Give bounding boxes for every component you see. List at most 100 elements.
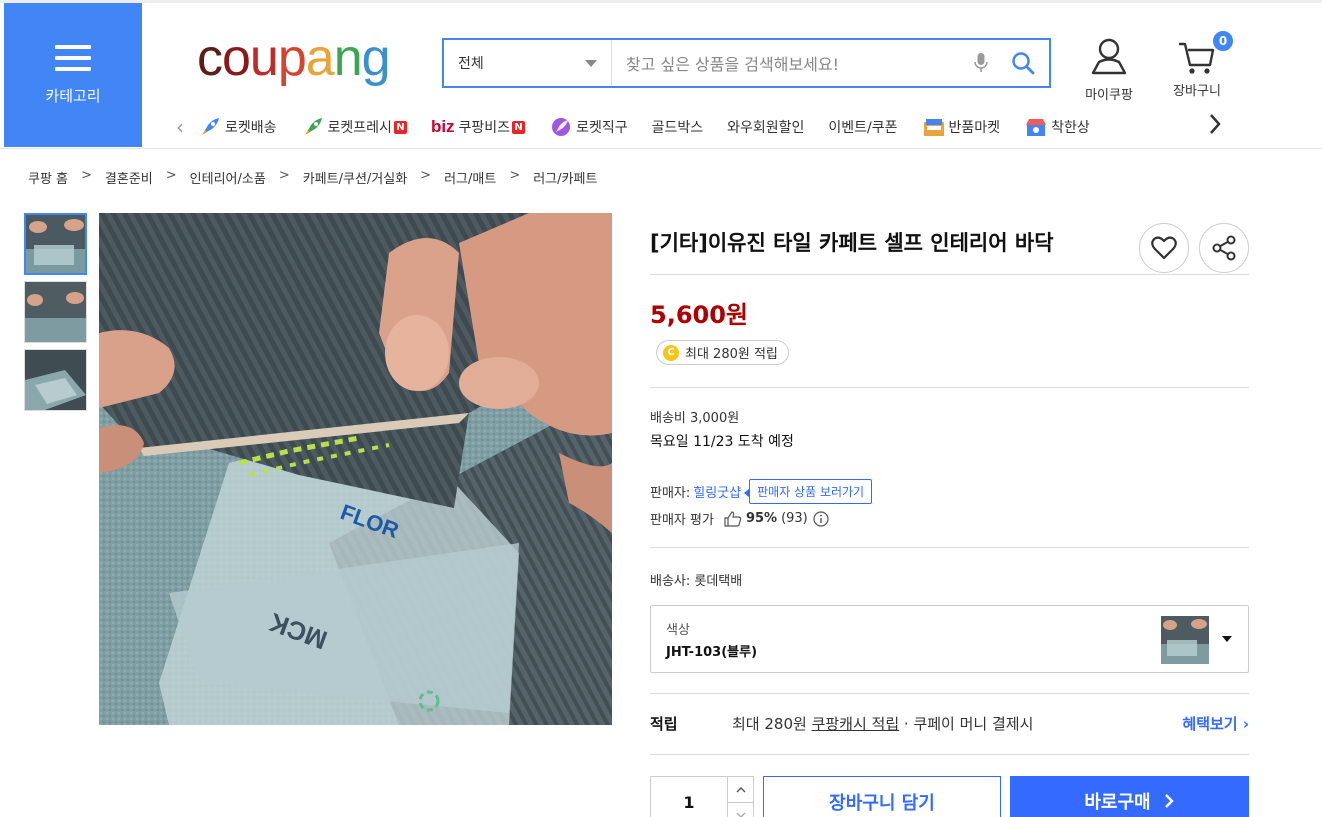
nav-item-6[interactable]: 와우회원할인 xyxy=(727,117,804,137)
coupang-cash-link[interactable]: 쿠팡캐시 적립 xyxy=(812,715,900,733)
seller-rating-label: 판매자 평가 xyxy=(650,513,714,528)
hamburger-icon xyxy=(55,44,91,71)
breadcrumb-separator: > xyxy=(81,168,92,183)
my-coupang-button[interactable]: 마이쿠팡 xyxy=(1077,36,1141,103)
seller-row: 판매자: 힐링굿샵 판매자 상품 보러가기 xyxy=(650,479,873,504)
seller-link[interactable]: 힐링굿샵 xyxy=(693,482,741,501)
option-divider xyxy=(650,693,1249,694)
category-nav: ‹ 로켓배송 로켓프레시 Nbiz 쿠팡비즈 N 로켓직구 골드박스 와우회원할인 이벤트/쿠폰… xyxy=(176,108,1204,146)
quantity-up-button[interactable] xyxy=(728,777,754,803)
search-icon[interactable] xyxy=(997,51,1049,75)
add-to-cart-button[interactable]: 장바구니 담기 xyxy=(763,776,1001,817)
sale-box-icon xyxy=(922,116,946,138)
new-badge: N xyxy=(512,120,526,134)
breadcrumb-separator: > xyxy=(165,168,177,183)
quantity-stepper-buttons xyxy=(727,777,754,817)
thumbnail-3[interactable] xyxy=(24,349,87,411)
cart-button[interactable]: 0 장바구니 xyxy=(1162,29,1235,99)
reward-divider xyxy=(650,754,1249,755)
breadcrumb-item[interactable]: 인테리어/소품 xyxy=(190,168,266,187)
nav-item-3[interactable]: biz 쿠팡비즈 N xyxy=(430,117,526,137)
nav-item-label: 쿠팡비즈 xyxy=(458,120,511,136)
nav-item-9[interactable]: 착한상 xyxy=(1024,116,1090,138)
chevron-up-icon xyxy=(736,786,746,792)
nav-item-4[interactable]: 로켓직구 xyxy=(549,116,628,138)
rocket-icon xyxy=(198,116,222,138)
buy-now-label: 바로구매 xyxy=(1084,792,1151,813)
breadcrumb-item[interactable]: 러그/매트 xyxy=(444,168,496,187)
info-icon[interactable] xyxy=(813,510,829,527)
biz-logo: biz xyxy=(430,117,455,136)
nav-item-1[interactable]: 로켓배송 xyxy=(198,116,277,138)
nav-item-label: 와우회원할인 xyxy=(727,120,805,136)
nav-item-label: 골드박스 xyxy=(651,120,704,136)
thumbnail-1[interactable] xyxy=(24,213,87,275)
courier: 배송사: 롯데택배 xyxy=(650,574,743,589)
store-icon xyxy=(1024,116,1048,138)
breadcrumb-item[interactable]: 쿠팡 홈 xyxy=(28,168,68,187)
points-text: 최대 280원 적립 xyxy=(685,347,778,362)
color-option-select[interactable]: 색상 JHT-103(블루) xyxy=(650,605,1249,673)
share-icon xyxy=(1212,235,1236,261)
cart-count-badge: 0 xyxy=(1211,29,1235,53)
quantity-input[interactable]: 1 xyxy=(651,777,727,817)
product-main-image[interactable]: MCK FLOR xyxy=(99,213,612,725)
breadcrumb-item[interactable]: 카페트/쿠션/거실화 xyxy=(303,168,407,187)
category-menu-button[interactable]: 카테고리 xyxy=(4,3,142,147)
title-divider xyxy=(650,274,1249,275)
search-bar: 전체 찾고 싶은 상품을 검색해보세요! xyxy=(442,38,1051,88)
coupang-logo[interactable]: coupang xyxy=(197,28,391,88)
globe-rocket-icon xyxy=(549,116,573,138)
new-badge: N xyxy=(393,120,407,134)
nav-item-2[interactable]: 로켓프레시 N xyxy=(301,116,407,138)
buy-now-button[interactable]: 바로구매 xyxy=(1010,776,1249,817)
option-value: JHT-103(블루) xyxy=(666,645,758,660)
nav-item-5[interactable]: 골드박스 xyxy=(652,117,704,137)
nav-item-7[interactable]: 이벤트/쿠폰 xyxy=(828,117,897,137)
cart-label: 장바구니 xyxy=(1173,84,1221,99)
points-badge: C 최대 280원 적립 xyxy=(656,340,789,365)
breadcrumb-separator: > xyxy=(278,168,290,183)
seller-rating: 판매자 평가 95% (93) xyxy=(650,509,829,528)
product-info: [기타]이유진 타일 카페트 셀프 인테리어 바닥 5,600원 C 최대 28… xyxy=(650,213,1249,817)
quantity-down-button[interactable] xyxy=(728,803,754,817)
arrival-date: 목요일 11/23 도착 예정 xyxy=(650,434,794,450)
nav-item-label: 로켓직구 xyxy=(576,120,628,136)
breadcrumb-item[interactable]: 러그/카페트 xyxy=(533,168,597,187)
chevron-down-icon xyxy=(1222,636,1232,642)
chevron-right-icon xyxy=(1164,794,1174,808)
microphone-icon[interactable] xyxy=(965,52,997,74)
thumbnail-list xyxy=(24,213,87,417)
reward-label: 적립 xyxy=(650,715,678,733)
share-button[interactable] xyxy=(1199,223,1249,273)
quantity-stepper: 1 xyxy=(650,776,754,817)
option-label: 색상 xyxy=(666,623,690,638)
benefits-link[interactable]: 혜택보기 › xyxy=(1182,713,1249,734)
price-divider xyxy=(650,387,1249,388)
chevron-down-icon xyxy=(736,812,746,817)
breadcrumb: 쿠팡 홈 > 결혼준비 > 인테리어/소품 > 카페트/쿠션/거실화 > 러그/매트 > 러그/카페… xyxy=(28,168,597,187)
header-divider xyxy=(0,148,1322,149)
reward-text: 최대 280원 쿠팡캐시 적립 · 쿠페이 머니 결제시 xyxy=(732,715,1034,733)
heart-icon xyxy=(1151,236,1177,260)
nav-item-label: 로켓프레시 xyxy=(327,120,392,136)
search-scope-select[interactable]: 전체 xyxy=(444,40,612,86)
breadcrumb-separator: > xyxy=(420,168,432,183)
thumbnail-2[interactable] xyxy=(24,281,87,343)
wishlist-button[interactable] xyxy=(1139,223,1189,273)
nav-next-icon[interactable] xyxy=(1208,113,1222,141)
seller-label: 판매자: xyxy=(650,486,691,501)
nav-item-label: 착한상 xyxy=(1051,120,1090,136)
nav-prev-icon[interactable]: ‹ xyxy=(176,115,198,139)
product-price: 5,600원 xyxy=(650,301,748,329)
breadcrumb-item[interactable]: 결혼준비 xyxy=(105,168,153,187)
top-border xyxy=(0,0,1322,3)
search-scope-value: 전체 xyxy=(458,56,484,72)
nav-item-8[interactable]: 반품마켓 xyxy=(922,116,1000,138)
seller-rating-pct: 95% xyxy=(745,511,778,526)
option-thumbnail xyxy=(1161,616,1209,664)
seller-rating-count: (93) xyxy=(781,511,808,526)
search-input[interactable]: 찾고 싶은 상품을 검색해보세요! xyxy=(612,40,965,86)
seller-products-tooltip[interactable]: 판매자 상품 보러가기 xyxy=(744,479,873,504)
thumbs-up-icon xyxy=(724,510,742,527)
